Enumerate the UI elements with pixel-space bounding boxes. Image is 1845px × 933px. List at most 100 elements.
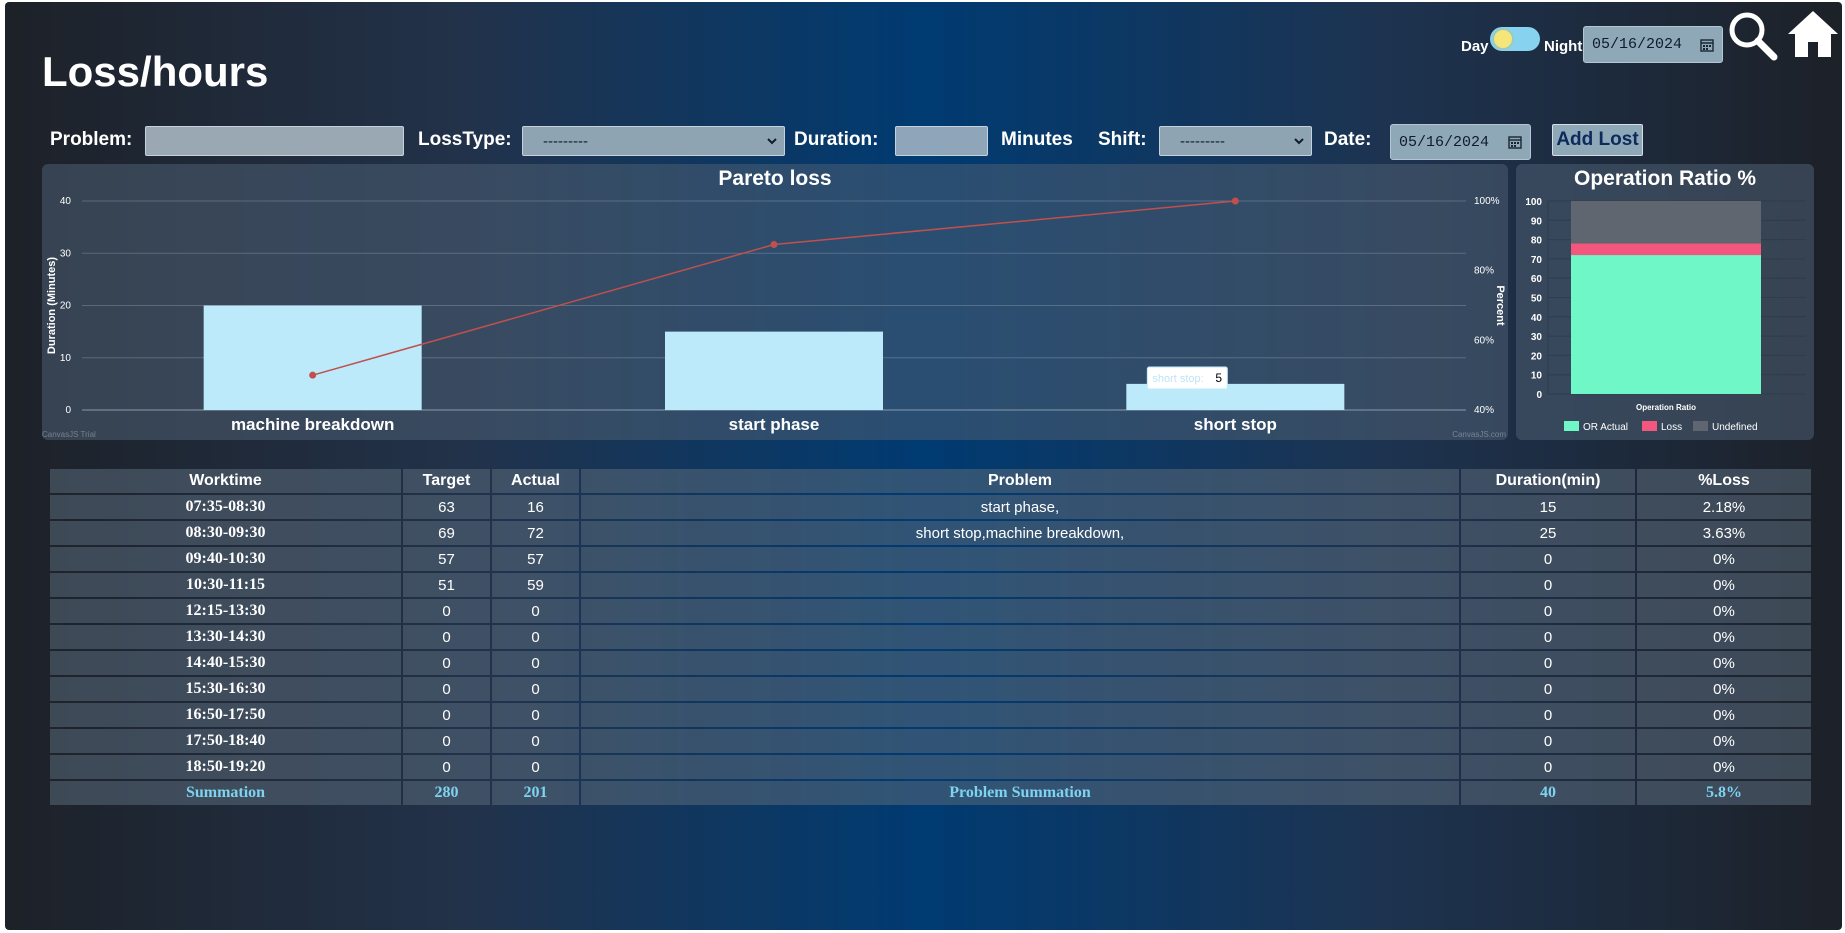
y-tick-label: 40 — [60, 196, 72, 207]
calendar-icon[interactable] — [1508, 135, 1522, 149]
duration-cell: 25 — [1461, 521, 1635, 545]
actual-cell: 0 — [492, 755, 579, 779]
actual-cell: 0 — [492, 729, 579, 753]
worktime-cell: 18:50-19:20 — [50, 755, 401, 779]
y-tick-label: 90 — [1531, 216, 1543, 227]
day-label: Day — [1461, 38, 1489, 55]
chevron-down-icon — [767, 138, 777, 145]
bar — [665, 331, 883, 410]
summary-row: Summation 280 201 Problem Summation 40 5… — [50, 781, 1811, 805]
duration-input[interactable] — [895, 126, 988, 156]
loss-cell: 0% — [1637, 547, 1811, 571]
header-date-picker[interactable]: 05/16/2024 — [1583, 26, 1723, 63]
y-tick-label: 10 — [60, 353, 72, 364]
problem-cell — [581, 677, 1459, 701]
actual-cell: 16 — [492, 495, 579, 519]
loss-cell: 2.18% — [1637, 495, 1811, 519]
loss-cell: 0% — [1637, 729, 1811, 753]
loss-cell: 0% — [1637, 651, 1811, 675]
tooltip-value: 5 — [1215, 371, 1222, 385]
shift-select[interactable]: --------- — [1159, 126, 1312, 156]
worktime-cell: 10:30-11:15 — [50, 573, 401, 597]
worktime-cell: 16:50-17:50 — [50, 703, 401, 727]
line-point — [1231, 197, 1239, 205]
shift-selected-value: --------- — [1180, 132, 1225, 150]
page-title: Loss/hours — [42, 48, 269, 95]
duration-cell: 0 — [1461, 573, 1635, 597]
target-cell: 63 — [403, 495, 490, 519]
table-row: 09:40-10:30 57 57 0 0% — [50, 547, 1811, 571]
table-row: 12:15-13:30 0 0 0 0% — [50, 599, 1811, 623]
stacked-bar-segment — [1571, 255, 1761, 394]
worktime-cell: 08:30-09:30 — [50, 521, 401, 545]
search-icon[interactable] — [1727, 10, 1779, 62]
duration-cell: 0 — [1461, 599, 1635, 623]
actual-cell: 0 — [492, 651, 579, 675]
x-tick-label: machine breakdown — [231, 415, 394, 434]
problem-cell: start phase, — [581, 495, 1459, 519]
col-header-problem: Problem — [581, 469, 1459, 493]
shift-label: Shift: — [1098, 129, 1147, 150]
table-row: 16:50-17:50 0 0 0 0% — [50, 703, 1811, 727]
target-cell: 0 — [403, 703, 490, 727]
pareto-chart-panel: Pareto loss 0 10 20 30 40 40% 60% 80% 100% Durati… — [42, 164, 1508, 440]
y2-tick-label: 40% — [1474, 405, 1494, 416]
day-night-toggle[interactable] — [1490, 27, 1540, 51]
table-row: 15:30-16:30 0 0 0 0% — [50, 677, 1811, 701]
watermark-text: CanvasJS Trial — [42, 430, 96, 439]
header-date-value: 05/16/2024 — [1592, 36, 1683, 53]
col-header-duration: Duration(min) — [1461, 469, 1635, 493]
table-row: 14:40-15:30 0 0 0 0% — [50, 651, 1811, 675]
operation-ratio-panel: Operation Ratio % 0 10 20 30 40 50 60 70 80 90 100… — [1516, 164, 1814, 440]
duration-label: Duration: — [794, 129, 879, 150]
worktime-cell: 07:35-08:30 — [50, 495, 401, 519]
legend-swatch — [1693, 421, 1708, 431]
actual-cell: 0 — [492, 599, 579, 623]
losstype-select[interactable]: --------- — [522, 126, 785, 156]
summary-loss-cell: 5.8% — [1637, 781, 1811, 805]
add-lost-button[interactable]: Add Lost — [1552, 124, 1643, 156]
problem-cell — [581, 547, 1459, 571]
watermark-text: CanvasJS.com — [1452, 430, 1506, 439]
duration-cell: 0 — [1461, 677, 1635, 701]
worktime-cell: 13:30-14:30 — [50, 625, 401, 649]
problem-cell — [581, 625, 1459, 649]
y-tick-label: 0 — [1536, 390, 1542, 401]
summary-problem-cell: Problem Summation — [581, 781, 1459, 805]
problem-cell — [581, 599, 1459, 623]
duration-cell: 0 — [1461, 703, 1635, 727]
table-header-row: Worktime Target Actual Problem Duration(… — [50, 469, 1811, 493]
y-tick-label: 80 — [1531, 236, 1543, 247]
summary-target-cell: 280 — [403, 781, 490, 805]
summary-worktime-cell: Summation — [50, 781, 401, 805]
line-point — [770, 241, 778, 249]
worktime-cell: 14:40-15:30 — [50, 651, 401, 675]
col-header-target: Target — [403, 469, 490, 493]
worktime-cell: 12:15-13:30 — [50, 599, 401, 623]
loss-cell: 0% — [1637, 599, 1811, 623]
actual-cell: 57 — [492, 547, 579, 571]
form-date-picker[interactable]: 05/16/2024 — [1390, 124, 1531, 160]
duration-cell: 0 — [1461, 729, 1635, 753]
actual-cell: 0 — [492, 625, 579, 649]
y-tick-label: 70 — [1531, 255, 1543, 266]
target-cell: 0 — [403, 755, 490, 779]
loss-cell: 0% — [1637, 703, 1811, 727]
col-header-actual: Actual — [492, 469, 579, 493]
loss-cell: 0% — [1637, 755, 1811, 779]
duration-cell: 0 — [1461, 651, 1635, 675]
actual-cell: 59 — [492, 573, 579, 597]
operation-ratio-chart: 0 10 20 30 40 50 60 70 80 90 100 Operation Ratio OR … — [1525, 197, 1806, 433]
app-frame: Loss/hours Day Night 05/16/2024 Problem:… — [5, 2, 1842, 930]
problem-cell — [581, 703, 1459, 727]
loss-cell: 0% — [1637, 573, 1811, 597]
actual-cell: 0 — [492, 677, 579, 701]
table-row: 07:35-08:30 63 16 start phase, 15 2.18% — [50, 495, 1811, 519]
calendar-icon[interactable] — [1700, 38, 1714, 52]
y-tick-label: 60 — [1531, 274, 1543, 285]
y-tick-label: 30 — [60, 248, 72, 259]
home-icon[interactable] — [1785, 8, 1841, 60]
problem-input[interactable] — [145, 126, 404, 156]
y-tick-label: 20 — [60, 301, 72, 312]
summary-actual-cell: 201 — [492, 781, 579, 805]
